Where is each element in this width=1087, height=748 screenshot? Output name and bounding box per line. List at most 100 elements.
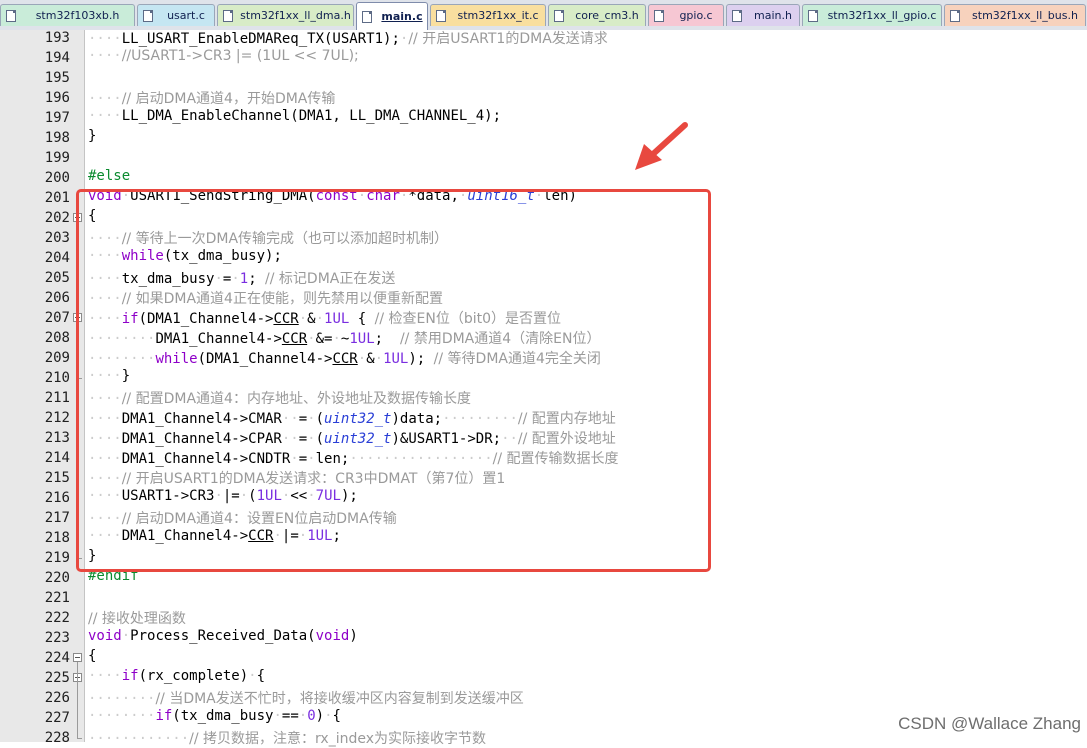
tab-main-c[interactable]: main.c [356, 2, 428, 30]
line-number: 212 [44, 410, 70, 426]
line-number-gutter: 193 194 195 196 197 198 199 200 201 202 203 204 205 2… [0, 30, 85, 746]
line-number: 221 [44, 590, 70, 606]
fold-end-marker [77, 738, 82, 739]
code-token: #else [88, 168, 131, 184]
tab-gpio-c[interactable]: gpio.c [648, 4, 724, 26]
tab-main-h[interactable]: main.h [726, 4, 800, 26]
line-number: 219 [44, 550, 70, 566]
line-number: 198 [44, 130, 70, 146]
code-token: //USART1->CR3 |= (1UL << 7UL); [121, 48, 359, 64]
code-token: · [121, 628, 131, 644]
file-icon [808, 10, 818, 22]
code-token: ) [349, 628, 358, 644]
code-token: == [281, 708, 299, 724]
line-number: 211 [44, 390, 70, 406]
line-number: 195 [44, 70, 70, 86]
code-line[interactable]: // 接收处理函数 [88, 608, 186, 628]
line-number: 222 [44, 610, 70, 626]
code-token: LL_USART_EnableDMAReq_TX(USART1); [121, 31, 400, 47]
code-line[interactable]: ········if(tx_dma_busy·==·0)·{ [88, 708, 341, 728]
code-line[interactable]: #else [88, 168, 130, 188]
file-icon [732, 10, 742, 22]
code-line[interactable]: ············// 拷贝数据，注意：rx_index为实际接收字节数 [88, 728, 486, 748]
tab-label: main.h [754, 9, 792, 22]
editor-tab-bar: stm32f103xb.h usart.c stm32f1xx_ll_dma.h ma… [0, 0, 1087, 31]
tab-core-cm3-h[interactable]: core_cm3.h [548, 4, 646, 26]
code-token: ········ [88, 691, 156, 707]
line-number: 201 [44, 190, 70, 206]
line-number: 224 [44, 650, 70, 666]
line-number: 223 [44, 630, 70, 646]
code-token: 0 [307, 708, 316, 724]
code-token: (rx_complete) [138, 668, 249, 684]
line-number: 228 [44, 730, 70, 746]
code-token: } [88, 128, 97, 144]
code-token: { [332, 708, 341, 724]
code-token: ···· [88, 48, 122, 64]
line-number: 227 [44, 710, 70, 726]
tab-stm32f1xx-ll-bus-h[interactable]: stm32f1xx_ll_bus.h [944, 4, 1086, 26]
code-token: ···· [88, 668, 122, 684]
code-line[interactable]: ····LL_USART_EnableDMAReq_TX(USART1);·//… [88, 28, 608, 48]
line-number: 206 [44, 290, 70, 306]
code-line[interactable]: { [88, 648, 96, 668]
code-token: ) [315, 708, 325, 724]
line-number: 197 [44, 110, 70, 126]
tab-stm32f103xb-h[interactable]: stm32f103xb.h [0, 4, 135, 26]
tab-label: stm32f1xx_ll_bus.h [972, 9, 1078, 22]
code-line[interactable]: ····if(rx_complete)·{ [88, 668, 265, 688]
code-token: // 启动DMA通道4，开始DMA传输 [121, 91, 336, 107]
code-token: void [315, 628, 350, 644]
line-number: 200 [44, 170, 70, 186]
tab-label: stm32f1xx_it.c [457, 9, 539, 22]
tab-label: usart.c [167, 9, 205, 22]
code-line[interactable]: } [88, 128, 96, 148]
line-number: 194 [44, 50, 70, 66]
line-number: 210 [44, 370, 70, 386]
code-token: · [298, 708, 308, 724]
code-token: LL_DMA_EnableChannel(DMA1, LL_DMA_CHANNE… [121, 108, 502, 124]
tab-stm32f1xx-it-c[interactable]: stm32f1xx_it.c [430, 4, 546, 26]
line-number: 225 [44, 670, 70, 686]
file-icon [554, 10, 564, 22]
line-number: 209 [44, 350, 70, 366]
tab-label: main.c [381, 10, 423, 23]
code-token: · [273, 708, 282, 724]
tab-stm32f1xx-ll-gpio-c[interactable]: stm32f1xx_ll_gpio.c [802, 4, 942, 26]
code-line[interactable]: ········// 当DMA发送不忙时，将接收缓冲区内容复制到发送缓冲区 [88, 688, 524, 708]
code-line[interactable]: ····// 启动DMA通道4，开始DMA传输 [88, 88, 335, 108]
code-token: if [121, 668, 139, 684]
code-line[interactable]: void·Process_Received_Data(void) [88, 628, 358, 648]
code-token: void [88, 628, 122, 644]
line-number: 208 [44, 330, 70, 346]
line-number: 196 [44, 90, 70, 106]
code-token: ···· [88, 108, 122, 124]
line-number: 193 [44, 30, 70, 46]
code-token: // 拷贝数据，注意：rx_index为实际接收字节数 [189, 731, 487, 747]
line-number: 217 [44, 510, 70, 526]
line-number: 204 [44, 250, 70, 266]
file-icon [362, 11, 372, 23]
fold-toggle-icon[interactable] [73, 653, 82, 662]
code-token: // 当DMA发送不忙时，将接收缓冲区内容复制到发送缓冲区 [155, 691, 524, 707]
tab-stm32f1xx-ll-dma-h[interactable]: stm32f1xx_ll_dma.h [217, 4, 354, 26]
line-number: 199 [44, 150, 70, 166]
line-number: 213 [44, 430, 70, 446]
code-token: // 开启USART1的DMA发送请求 [408, 31, 608, 47]
file-icon [143, 10, 153, 22]
code-token: ········ [88, 708, 156, 724]
file-icon [436, 10, 446, 22]
file-icon [950, 10, 960, 22]
annotation-highlight-box [76, 189, 711, 572]
line-number: 202 [44, 210, 70, 226]
code-token: if [155, 708, 173, 724]
code-token: · [324, 708, 333, 724]
code-token: { [88, 648, 97, 664]
line-number: 203 [44, 230, 70, 246]
code-line[interactable]: ····LL_DMA_EnableChannel(DMA1, LL_DMA_CH… [88, 108, 501, 128]
watermark: CSDN @Wallace Zhang [898, 714, 1081, 733]
tab-usart-c[interactable]: usart.c [137, 4, 215, 26]
code-line[interactable]: ····//USART1->CR3 |= (1UL << 7UL); [88, 48, 359, 68]
line-number: 205 [44, 270, 70, 286]
code-token: ············ [88, 731, 190, 747]
